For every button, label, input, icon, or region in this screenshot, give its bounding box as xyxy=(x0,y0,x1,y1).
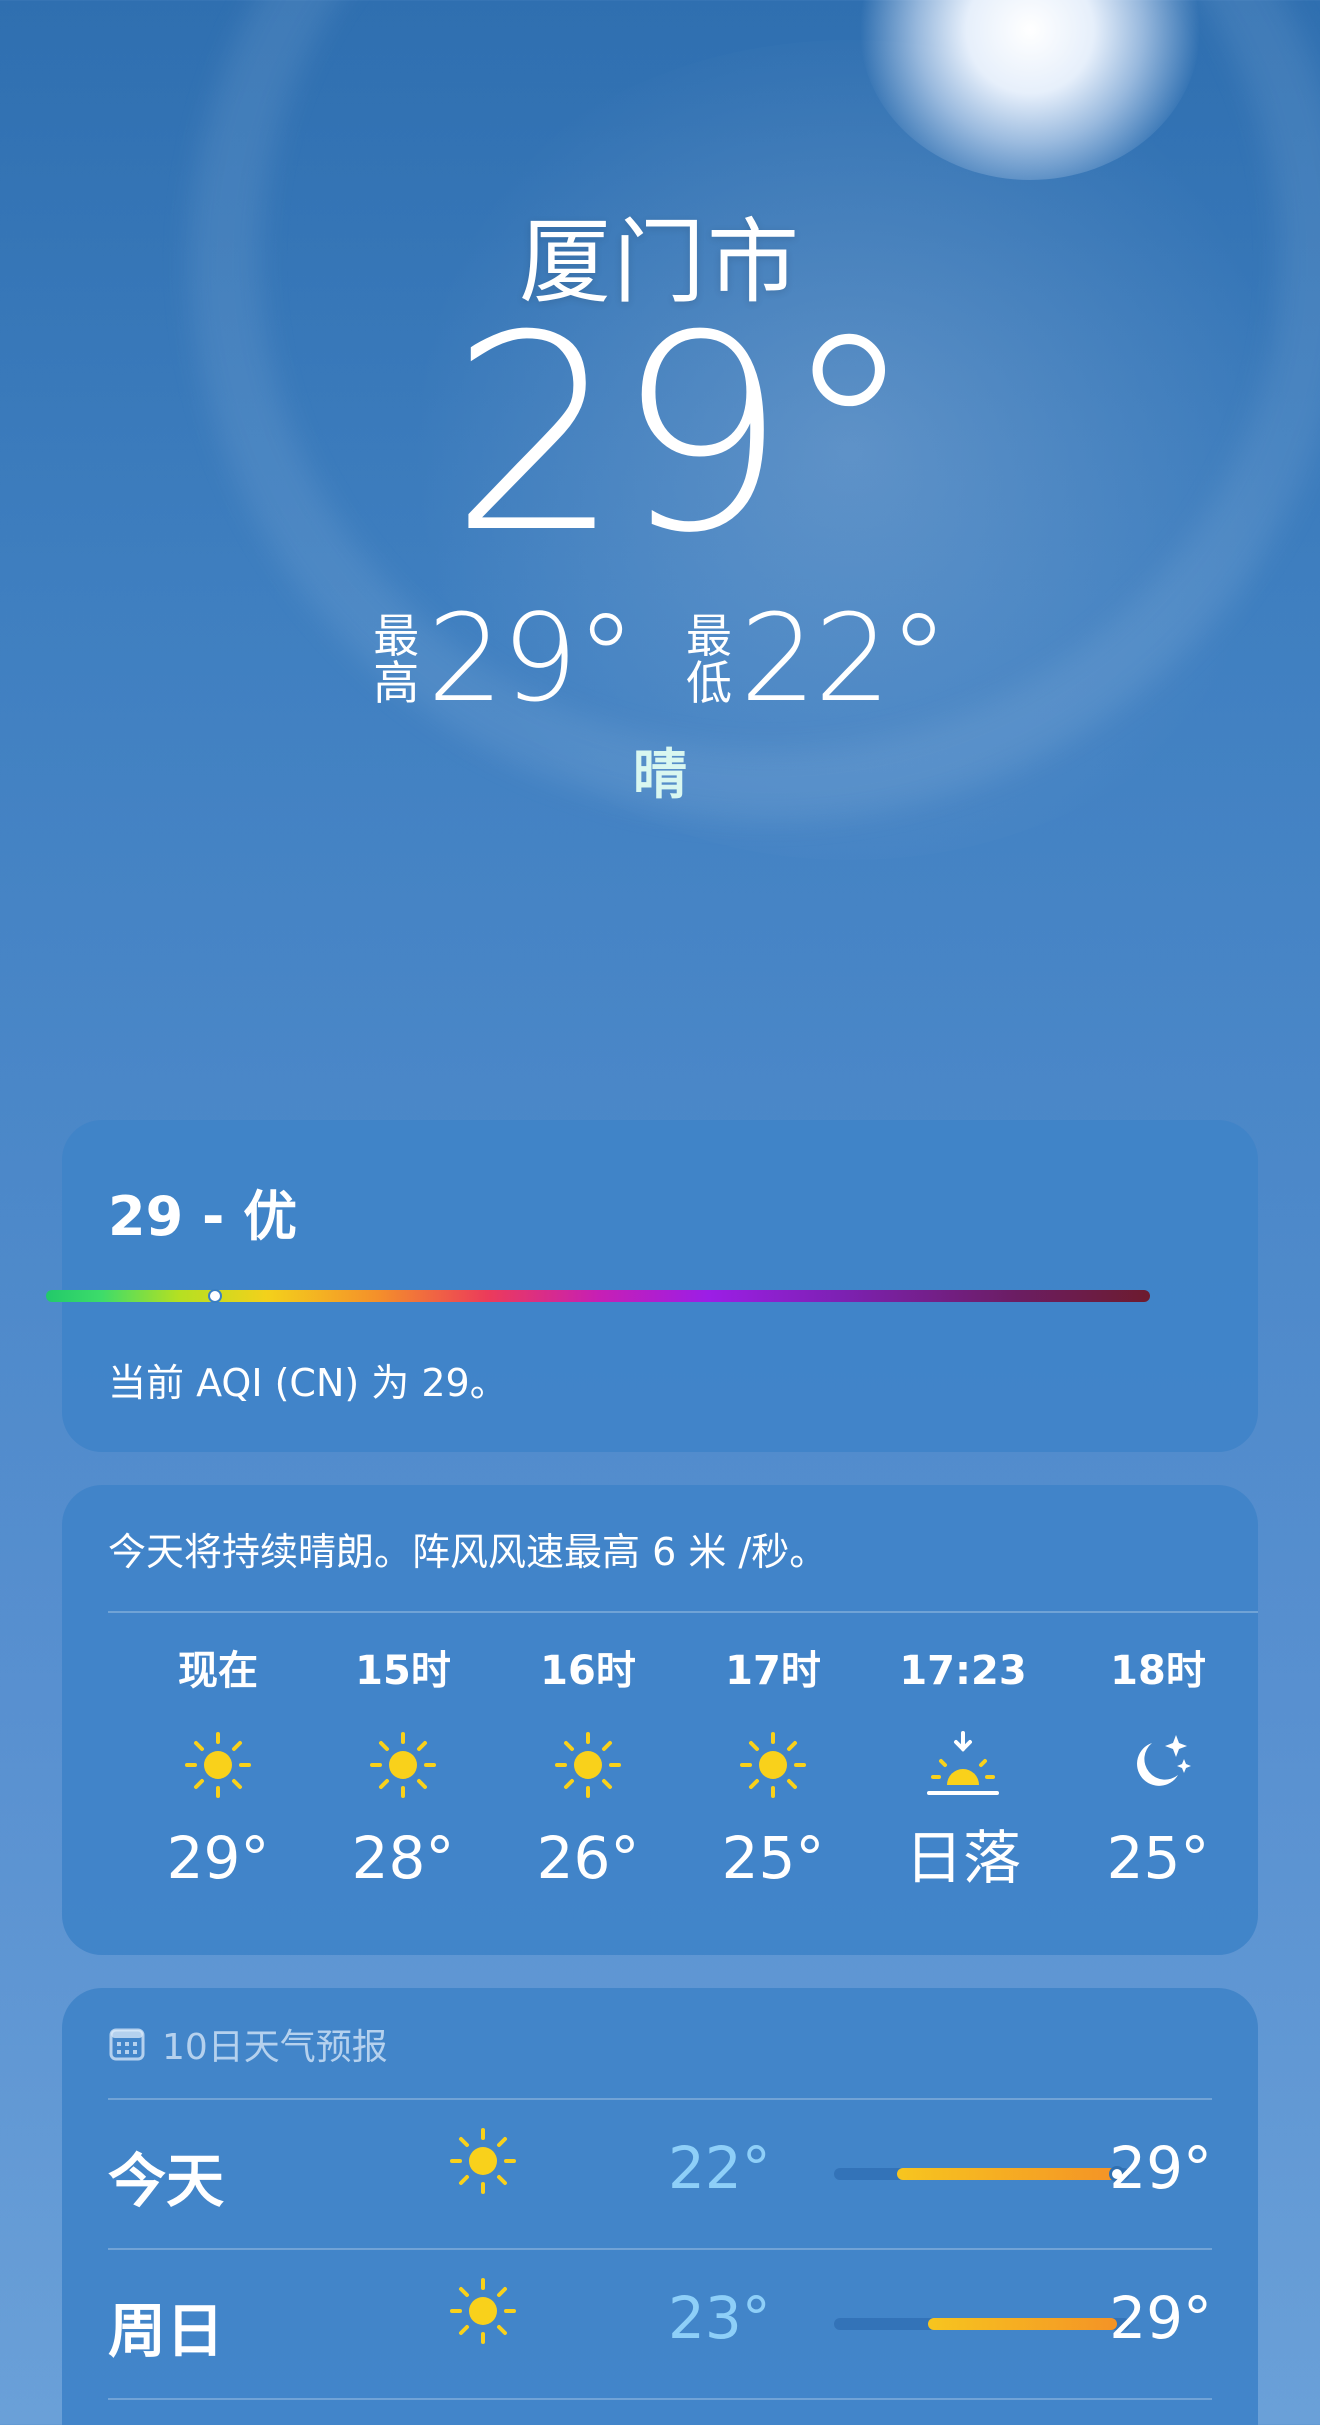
high-value: 29° xyxy=(427,590,636,729)
sun-icon xyxy=(323,1723,483,1807)
ten-day-forecast-card[interactable]: 10日天气预报 今天 22° 29° 周日 23° 29° xyxy=(62,1988,1258,2425)
hour-temp: 26° xyxy=(536,1824,640,1892)
forecast-row[interactable]: 周日 23° 29° xyxy=(108,2250,1212,2390)
hour-item: 19 2 xyxy=(1248,1641,1258,1891)
hour-time: 17时 xyxy=(725,1648,821,1694)
hourly-list[interactable]: 现在 29° 15时 28° 16时 26° 17时 25° 17:23 日落 … xyxy=(108,1641,1258,1931)
sun-icon xyxy=(693,1723,853,1807)
low-label: 最 低 xyxy=(686,613,732,707)
high-label: 最 高 xyxy=(373,613,419,707)
aqi-description: 当前 AQI (CN) 为 29。 xyxy=(108,1361,508,1405)
hour-time: 19 xyxy=(1248,1641,1258,1701)
forecast-row[interactable]: 今天 22° 29° xyxy=(108,2100,1212,2240)
sun-icon xyxy=(508,1723,668,1807)
aqi-title: 29 - 优 xyxy=(108,1185,298,1248)
hour-item: 16时 26° xyxy=(508,1641,668,1891)
hour-temp: 25° xyxy=(1106,1824,1210,1892)
forecast-low: 22° xyxy=(668,2134,771,2202)
low-label-char-1: 最 xyxy=(686,609,732,664)
forecast-day: 周日 xyxy=(108,2297,225,2365)
sunset-icon xyxy=(883,1723,1043,1807)
hourly-summary: 今天将持续晴朗。阵风风速最高 6 米 /秒。 xyxy=(108,1530,828,1574)
hour-item: 17时 25° xyxy=(693,1641,853,1891)
temperature-range-fill xyxy=(928,2318,1118,2330)
hour-time: 现在 xyxy=(178,1648,258,1694)
high-label-char-2: 高 xyxy=(373,656,420,710)
hour-temp: 29° xyxy=(166,1824,270,1892)
hour-time: 17:23 xyxy=(899,1648,1027,1694)
current-temperature: 29° xyxy=(449,277,917,592)
hour-temp: 2 xyxy=(1248,1827,1258,1891)
hour-item: 17:23 日落 xyxy=(883,1641,1043,1891)
divider xyxy=(108,1611,1258,1613)
low-value: 22° xyxy=(740,590,949,729)
divider xyxy=(108,2398,1212,2400)
hour-temp: 25° xyxy=(721,1824,825,1892)
hour-time: 15时 xyxy=(355,1648,451,1694)
forecast-day: 今天 xyxy=(108,2147,225,2215)
hour-time: 18时 xyxy=(1110,1648,1206,1694)
high-temperature: 最 高 29° xyxy=(373,590,636,729)
hour-temp: 28° xyxy=(351,1824,455,1892)
hourly-forecast-card[interactable]: 今天将持续晴朗。阵风风速最高 6 米 /秒。 现在 29° 15时 28° 16… xyxy=(62,1485,1258,1955)
sun-icon xyxy=(448,2126,518,2200)
air-quality-card[interactable]: 29 - 优 当前 AQI (CN) 为 29。 xyxy=(62,1120,1258,1452)
forecast-high: 29° xyxy=(1109,2134,1212,2202)
hour-time: 16时 xyxy=(540,1648,636,1694)
sun-icon xyxy=(448,2276,518,2350)
hour-item: 15时 28° xyxy=(323,1641,483,1891)
low-label-char-2: 低 xyxy=(686,656,732,710)
forecast-header: 10日天气预报 xyxy=(108,2018,388,2070)
hour-temp: 日落 xyxy=(904,1824,1021,1892)
moon-stars-icon xyxy=(1078,1723,1238,1807)
high-low: 最 高 29° 最 低 22° xyxy=(0,600,1320,720)
calendar-icon xyxy=(109,2028,145,2061)
temperature-range-fill xyxy=(896,2168,1118,2180)
temperature-range-bar xyxy=(834,2318,1130,2330)
aqi-indicator xyxy=(207,1289,222,1303)
forecast-high: 29° xyxy=(1109,2284,1212,2352)
hour-item: 现在 29° xyxy=(138,1641,298,1891)
hour-item: 18时 25° xyxy=(1078,1641,1238,1891)
weather-condition: 晴 xyxy=(633,743,687,806)
sun-icon xyxy=(138,1723,298,1807)
forecast-low: 23° xyxy=(668,2284,771,2352)
temperature-range-bar xyxy=(834,2166,1130,2182)
forecast-header-label: 10日天气预报 xyxy=(162,2027,388,2068)
moon-stars-icon xyxy=(1248,1723,1258,1807)
low-temperature: 最 低 22° xyxy=(686,590,949,729)
high-label-char-1: 最 xyxy=(373,609,420,664)
